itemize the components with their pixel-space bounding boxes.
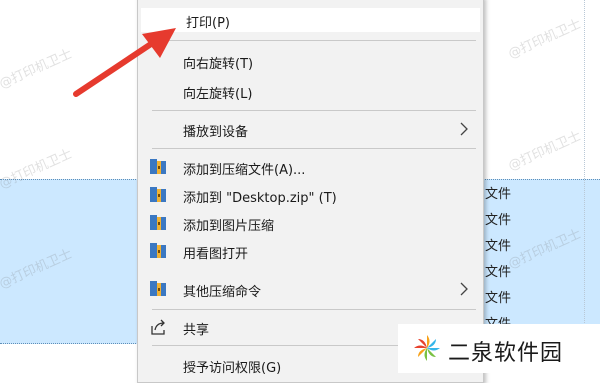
menu-item-label: 添加到图片压缩 (183, 219, 275, 234)
archive-icon (150, 243, 166, 258)
column-divider (584, 0, 586, 373)
menu-item-label: 添加到 "Desktop.zip" (T) (183, 191, 337, 206)
menu-item-label: 向右旋转(T) (183, 57, 254, 72)
chevron-right-icon (460, 282, 468, 296)
annotation-arrow-icon (73, 28, 176, 97)
chevron-right-icon (460, 122, 468, 136)
share-icon (151, 319, 165, 335)
archive-icon (150, 159, 166, 174)
brand-name: 二泉软件园 (448, 341, 564, 366)
brand-badge: 二泉软件园 (398, 324, 600, 373)
menu-item-label: 添加到压缩文件(A)... (183, 163, 306, 178)
menu-item-add-to-image-compress[interactable]: 添加到图片压缩 (138, 211, 483, 235)
type-cell: 文件 (485, 291, 512, 306)
menu-item-label: 用看图打开 (183, 247, 249, 262)
menu-item-open-with-viewer[interactable]: 用看图打开 (138, 239, 483, 263)
menu-separator (152, 148, 476, 149)
watermark: @打印机卫士 (506, 128, 584, 175)
menu-item-label: 向左旋转(L) (183, 87, 253, 102)
menu-item-add-to-archive[interactable]: 添加到压缩文件(A)... (138, 155, 483, 179)
menu-item-label: 共享 (183, 323, 210, 338)
watermark: @打印机卫士 (0, 46, 75, 93)
watermark: @打印机卫士 (506, 16, 584, 63)
menu-item-other-compress-commands[interactable]: 其他压缩命令 (138, 277, 483, 301)
type-cell: 文件 (485, 239, 512, 254)
menu-item-label: 播放到设备 (183, 125, 249, 140)
type-cell: 文件 (485, 265, 512, 280)
archive-icon (150, 281, 166, 296)
menu-item-label: 其他压缩命令 (183, 285, 262, 300)
pinwheel-logo-icon (414, 335, 440, 361)
menu-separator (152, 110, 476, 111)
menu-separator (152, 40, 476, 41)
menu-item-label: 打印(P) (186, 16, 230, 31)
menu-item-rotate-left[interactable]: 向左旋转(L) (138, 79, 483, 103)
type-cell: 文件 (485, 187, 512, 202)
archive-icon (150, 187, 166, 202)
menu-item-label: 授予访问权限(G) (183, 361, 282, 376)
type-cell: 文件 (485, 213, 512, 228)
menu-item-print[interactable]: 打印(P) (141, 8, 480, 32)
menu-separator (152, 309, 476, 310)
menu-item-rotate-right[interactable]: 向右旋转(T) (138, 49, 483, 73)
menu-item-add-to-zip[interactable]: 添加到 "Desktop.zip" (T) (138, 183, 483, 207)
archive-icon (150, 215, 166, 230)
menu-item-cast-to-device[interactable]: 播放到设备 (138, 117, 483, 141)
